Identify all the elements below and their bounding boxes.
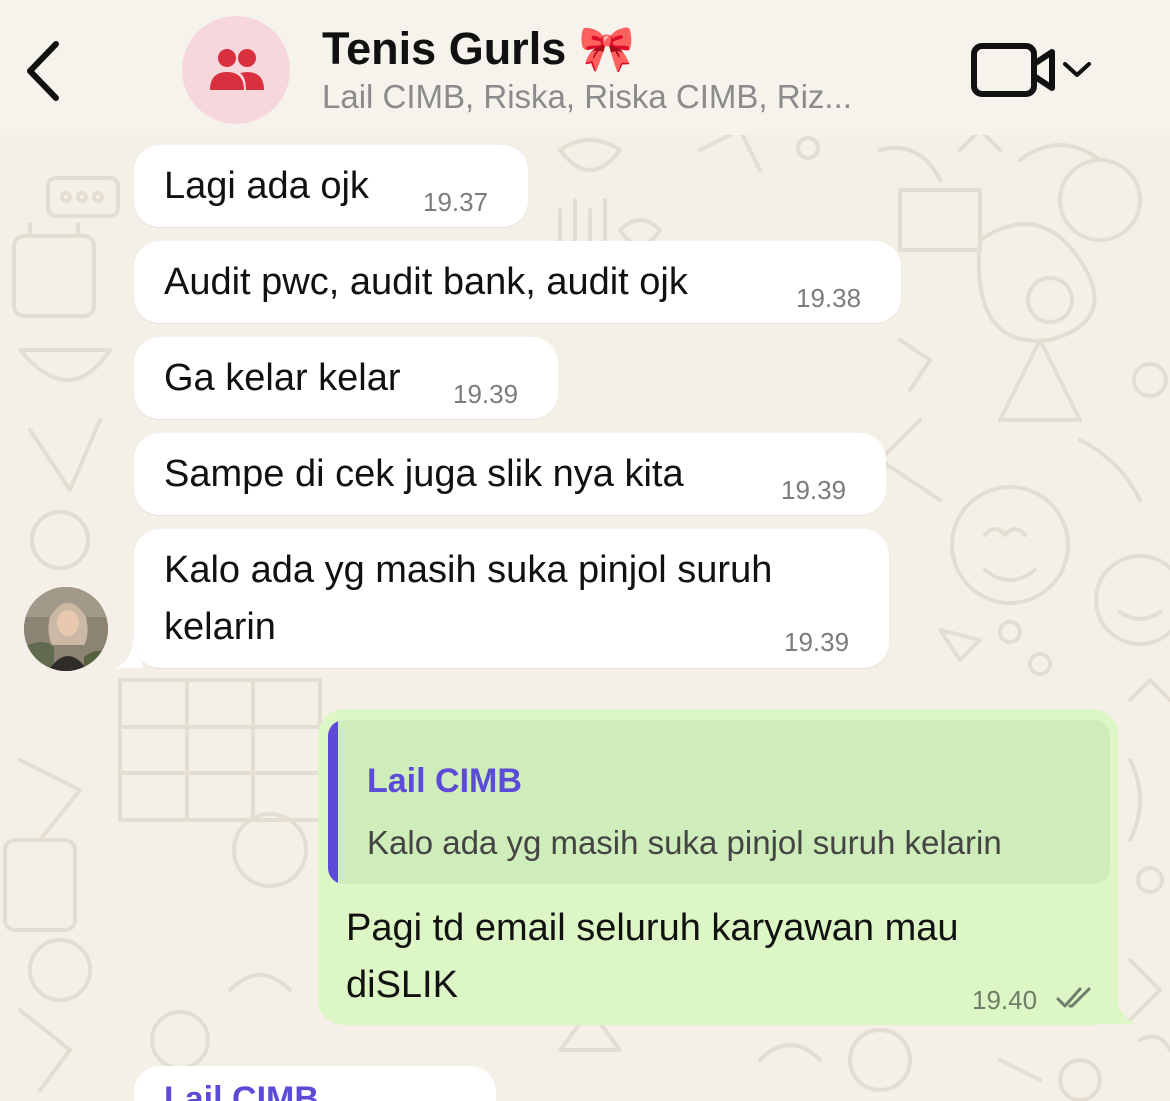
chevron-left-icon	[27, 41, 59, 101]
chat-header: Tenis Gurls 🎀 Lail CIMB, Riska, Riska CI…	[0, 0, 1170, 135]
quote-bar	[328, 720, 338, 884]
chat-participants[interactable]: Lail CIMB, Riska, Riska CIMB, Riz...	[322, 78, 852, 116]
message-time: 19.39	[781, 475, 847, 505]
group-icon	[210, 49, 264, 90]
group-avatar[interactable]	[182, 16, 290, 124]
incoming-message[interactable]: Audit pwc, audit bank, audit ojk 19.38	[134, 241, 901, 323]
message-text-line-2: kelarin	[164, 606, 276, 648]
incoming-message[interactable]: Ga kelar kelar 19.39	[134, 337, 558, 419]
sender-name: Lail CIMB	[164, 1080, 319, 1101]
read-receipt-icon	[1056, 987, 1091, 1008]
message-time: 19.39	[784, 627, 850, 657]
outgoing-message[interactable]: Lail CIMB Kalo ada yg masih suka pinjol …	[318, 709, 1118, 1025]
message-time: 19.39	[453, 379, 519, 409]
message-time: 19.37	[423, 187, 489, 217]
message-text-line-1: Kalo ada yg masih suka pinjol suruh	[164, 549, 773, 591]
quoted-message[interactable]: Lail CIMB Kalo ada yg masih suka pinjol …	[328, 720, 1110, 884]
message-text: Ga kelar kelar	[164, 357, 401, 399]
incoming-message[interactable]: Lagi ada ojk 19.37	[134, 145, 528, 227]
quoted-text: Kalo ada yg masih suka pinjol suruh kela…	[367, 824, 1002, 861]
incoming-message[interactable]: Kalo ada yg masih suka pinjol suruh kela…	[134, 529, 889, 668]
message-text-line-2: diSLIK	[346, 964, 458, 1006]
incoming-message-partial[interactable]: Lail CIMB	[134, 1066, 496, 1101]
chat-title[interactable]: Tenis Gurls 🎀	[322, 22, 635, 75]
bubble-tail	[1100, 986, 1136, 1024]
message-text-line-1: Pagi td email seluruh karyawan mau	[346, 907, 959, 949]
message-text: Lagi ada ojk	[164, 165, 369, 207]
sender-avatar[interactable]	[24, 587, 108, 671]
message-text: Sampe di cek juga slik nya kita	[164, 453, 684, 495]
message-time: 19.40	[972, 985, 1038, 1015]
avatar-photo	[24, 587, 108, 671]
message-text: Audit pwc, audit bank, audit ojk	[164, 261, 688, 303]
incoming-message[interactable]: Sampe di cek juga slik nya kita 19.39	[134, 433, 886, 515]
back-button[interactable]	[20, 36, 70, 106]
video-call-button[interactable]	[970, 40, 1095, 100]
quoted-author: Lail CIMB	[367, 762, 522, 800]
message-time: 19.38	[796, 283, 862, 313]
chevron-down-icon	[1063, 62, 1091, 77]
